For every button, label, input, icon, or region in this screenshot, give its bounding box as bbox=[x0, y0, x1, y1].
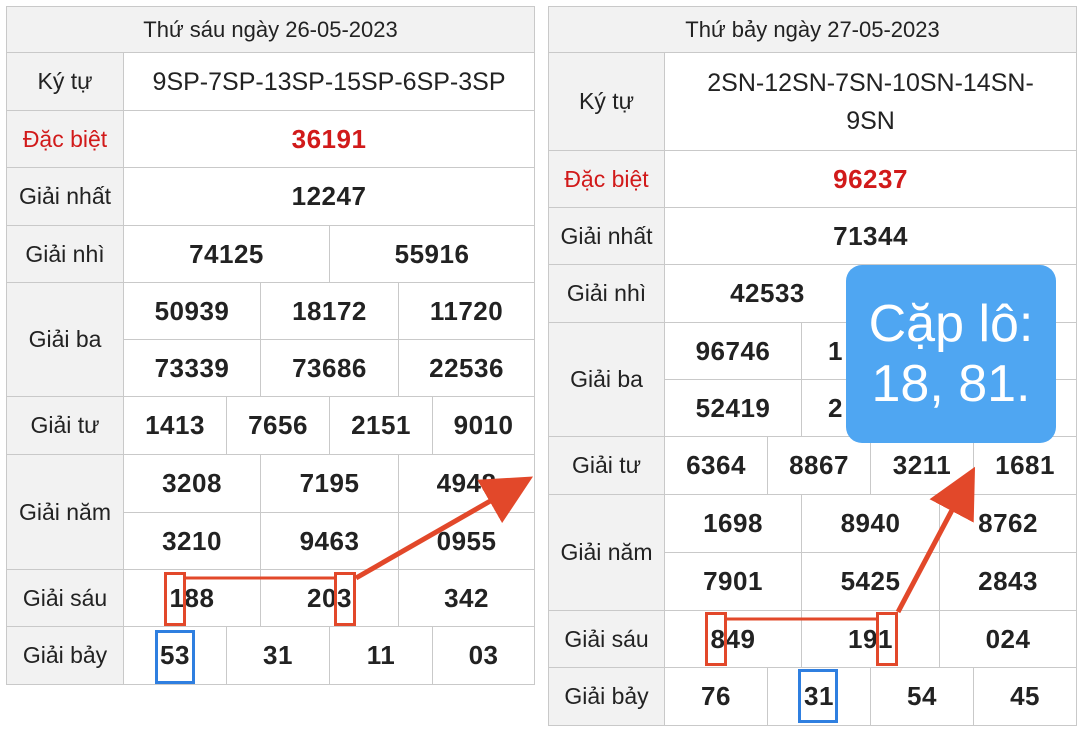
left-first-prize: 12247 bbox=[122, 167, 536, 226]
left-first-label: Giải nhất bbox=[6, 167, 124, 226]
left-digit-1-highlight-box bbox=[164, 572, 186, 626]
left-second-prize: 55916 bbox=[328, 225, 536, 283]
right-fifth-prize: 5425 bbox=[801, 552, 940, 611]
right-third-prize: 96746 bbox=[664, 322, 802, 380]
left-second-prize: 74125 bbox=[123, 225, 330, 283]
right-fourth-prize: 1681 bbox=[972, 436, 1078, 495]
right-fifth-prize: 1698 bbox=[664, 494, 802, 553]
pair-note-numbers: 18, 81. bbox=[871, 355, 1031, 413]
right-first-prize: 71344 bbox=[663, 207, 1078, 265]
right-sixth-prize: 024 bbox=[938, 610, 1078, 668]
right-second-prize: 42533 bbox=[664, 264, 871, 323]
left-third-prize: 18172 bbox=[260, 282, 399, 340]
right-sixth-label: Giải sáu bbox=[548, 610, 665, 668]
right-first-label: Giải nhất bbox=[548, 207, 665, 265]
left-fifth-prize: 0955 bbox=[397, 512, 536, 570]
right-kytu-value: 2SN-12SN-7SN-10SN-14SN-9SN bbox=[663, 52, 1078, 151]
right-fifth-prize: 8762 bbox=[938, 494, 1078, 553]
left-fourth-prize: 1413 bbox=[123, 396, 227, 455]
right-special-prize: 96237 bbox=[663, 150, 1078, 208]
right-seventh-label: Giải bảy bbox=[548, 667, 665, 726]
left-sixth-label: Giải sáu bbox=[6, 569, 124, 627]
left-special-prize: 36191 bbox=[122, 110, 536, 168]
right-seventh-prize: 76 bbox=[664, 667, 768, 726]
left-third-label: Giải ba bbox=[6, 282, 124, 397]
left-third-prize: 73339 bbox=[123, 339, 261, 397]
right-special-label: Đặc biệt bbox=[548, 150, 665, 208]
right-sixth-prize: 191 bbox=[801, 610, 940, 668]
right-fifth-label: Giải năm bbox=[548, 494, 665, 611]
left-fifth-prize: 3210 bbox=[123, 512, 261, 570]
right-fifth-prize: 8940 bbox=[801, 494, 940, 553]
right-31-highlight-box bbox=[798, 669, 838, 723]
left-fifth-prize: 4948 bbox=[397, 454, 536, 513]
left-seventh-prize: 31 bbox=[226, 626, 330, 685]
left-kytu-label: Ký tự bbox=[6, 52, 124, 111]
left-fifth-prize: 3208 bbox=[123, 454, 261, 513]
left-fourth-prize: 2151 bbox=[329, 396, 433, 455]
right-fifth-prize: 2843 bbox=[938, 552, 1078, 611]
left-fifth-prize: 7195 bbox=[260, 454, 399, 513]
left-third-prize: 22536 bbox=[397, 339, 536, 397]
left-sixth-prize: 342 bbox=[397, 569, 536, 627]
pair-note-callout: Cặp lô: 18, 81. bbox=[846, 265, 1056, 443]
right-seventh-prize: 45 bbox=[972, 667, 1078, 726]
left-second-label: Giải nhì bbox=[6, 225, 124, 283]
left-fourth-prize: 9010 bbox=[431, 396, 536, 455]
right-fourth-prize: 8867 bbox=[767, 436, 871, 495]
right-date-title: Thứ bảy ngày 27-05-2023 bbox=[547, 6, 1078, 53]
right-digit-8-highlight-box bbox=[705, 612, 727, 666]
left-kytu-value: 9SP-7SP-13SP-15SP-6SP-3SP bbox=[122, 52, 536, 111]
right-fifth-prize: 7901 bbox=[664, 552, 802, 611]
right-fourth-prize: 6364 bbox=[664, 436, 768, 495]
right-fourth-label: Giải tư bbox=[548, 436, 665, 495]
left-seventh-prize: 03 bbox=[431, 626, 536, 685]
left-fifth-label: Giải năm bbox=[6, 454, 124, 570]
right-kytu-label: Ký tự bbox=[548, 52, 665, 151]
pair-note-title: Cặp lô: bbox=[868, 295, 1034, 353]
right-third-prize: 52419 bbox=[664, 379, 802, 437]
right-second-label: Giải nhì bbox=[548, 264, 665, 323]
left-third-prize: 50939 bbox=[123, 282, 261, 340]
left-sixth-prize: 188 bbox=[123, 569, 261, 627]
left-result-panel: Thứ sáu ngày 26-05-2023 Ký tự 9SP-7SP-13… bbox=[5, 6, 536, 685]
right-seventh-prize: 54 bbox=[870, 667, 974, 726]
left-fourth-label: Giải tư bbox=[6, 396, 124, 455]
left-seventh-label: Giải bảy bbox=[6, 626, 124, 685]
left-seventh-prize: 11 bbox=[329, 626, 433, 685]
left-special-label: Đặc biệt bbox=[6, 110, 124, 168]
right-sixth-prize: 849 bbox=[664, 610, 802, 668]
left-fourth-prize: 7656 bbox=[226, 396, 330, 455]
left-sixth-prize: 203 bbox=[260, 569, 399, 627]
right-digit-1-highlight-box bbox=[876, 612, 898, 666]
right-fourth-prize: 3211 bbox=[870, 436, 974, 495]
left-third-prize: 73686 bbox=[260, 339, 399, 397]
left-digit-3-highlight-box bbox=[334, 572, 356, 626]
right-third-label: Giải ba bbox=[548, 322, 665, 437]
left-date-title: Thứ sáu ngày 26-05-2023 bbox=[5, 6, 536, 53]
left-result-table: Thứ sáu ngày 26-05-2023 Ký tự 9SP-7SP-13… bbox=[5, 6, 536, 685]
left-third-prize: 11720 bbox=[397, 282, 536, 340]
left-fifth-prize: 9463 bbox=[260, 512, 399, 570]
left-53-highlight-box bbox=[155, 630, 195, 684]
